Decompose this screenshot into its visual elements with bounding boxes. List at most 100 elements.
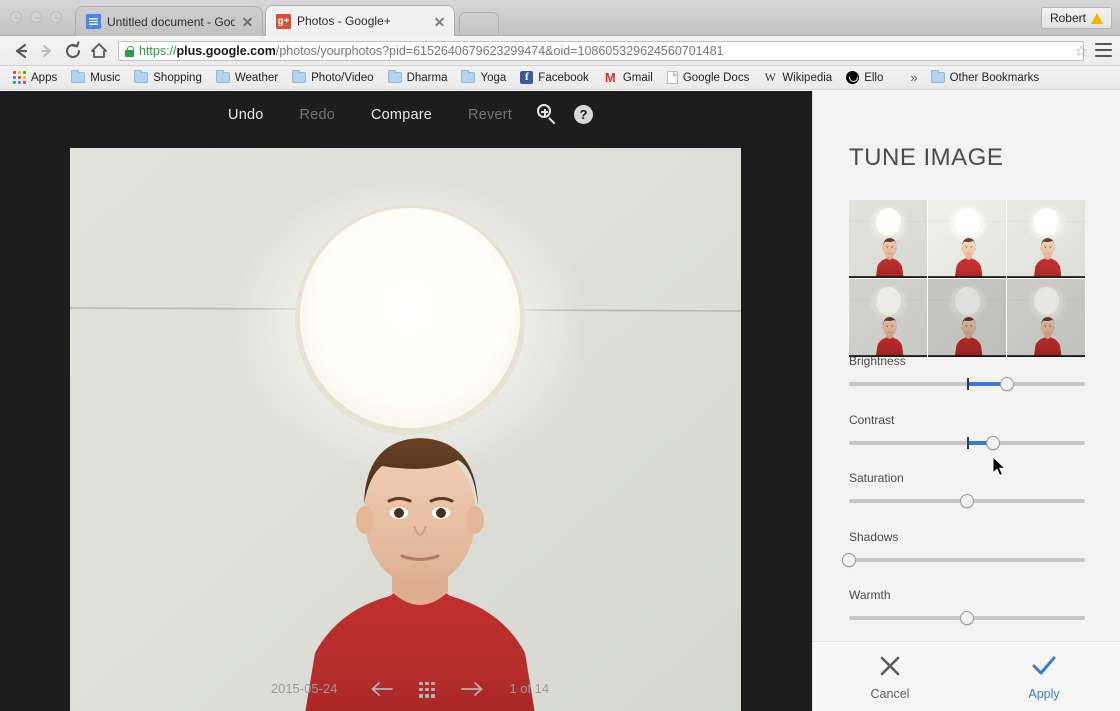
preset-thumbnail-image (928, 279, 1006, 357)
maximize-window-button[interactable] (50, 11, 62, 23)
close-window-button[interactable] (10, 11, 22, 23)
compare-button[interactable]: Compare (353, 107, 450, 123)
grid-view-icon[interactable] (405, 676, 449, 702)
slider-warmth[interactable]: Warmth (849, 588, 1085, 625)
ello-icon (846, 71, 859, 84)
slider-saturation[interactable]: Saturation (849, 471, 1085, 508)
bookmark-label: Gmail (623, 72, 653, 84)
bookmark-google-docs[interactable]: Google Docs (660, 68, 756, 88)
preset-thumbnail[interactable] (1007, 279, 1085, 357)
bookmark-shopping[interactable]: Shopping (127, 68, 209, 88)
preset-thumbnail[interactable] (849, 279, 927, 357)
tab-photos-google-plus[interactable]: g+ Photos - Google+ (265, 5, 455, 36)
tab-untitled-document[interactable]: Untitled document - Goog (75, 6, 263, 36)
help-question-icon[interactable]: ? (566, 100, 602, 130)
close-icon[interactable] (433, 15, 446, 28)
bookmark-yoga[interactable]: Yoga (454, 68, 513, 88)
preset-thumbnail[interactable] (928, 200, 1006, 278)
photo-pane: Undo Redo Compare Revert ? (0, 91, 812, 711)
gmail-icon: M (603, 71, 618, 84)
secure-lock-icon (125, 46, 134, 57)
magnifier-plus-icon[interactable] (530, 100, 566, 130)
slider-handle[interactable] (842, 553, 856, 567)
chrome-menu-icon[interactable] (1095, 43, 1112, 57)
photo-navigation-bar: 2015-05-24 1 of 14 (0, 666, 812, 711)
google-docs-icon (86, 14, 101, 29)
bookmark-gmail[interactable]: M Gmail (596, 68, 660, 88)
slider-shadows[interactable]: Shadows (849, 530, 1085, 567)
bookmark-apps[interactable]: Apps (6, 68, 64, 88)
slider-track[interactable] (849, 611, 1085, 625)
undo-button[interactable]: Undo (210, 107, 281, 123)
arrow-right-icon[interactable] (449, 676, 495, 702)
preset-thumbnail[interactable] (928, 279, 1006, 357)
bookmark-label: Shopping (153, 72, 202, 84)
bookmark-photo-video[interactable]: Photo/Video (285, 68, 380, 88)
bookmark-other-bookmarks[interactable]: Other Bookmarks (924, 68, 1046, 88)
apps-grid-icon (13, 71, 26, 84)
preset-thumbnail-image (849, 200, 927, 278)
url-scheme: https:// (139, 44, 177, 58)
address-bar[interactable]: https://plus.google.com/photos/yourphoto… (118, 41, 1084, 61)
bookmark-label: Weather (235, 72, 278, 84)
folder-icon (931, 72, 945, 83)
slider-track-background (849, 558, 1085, 562)
bookmark-label: Apps (31, 72, 57, 84)
bookmark-dharma[interactable]: Dharma (381, 68, 455, 88)
bookmark-wikipedia[interactable]: W Wikipedia (756, 68, 839, 88)
slider-handle[interactable] (960, 494, 974, 508)
slider-label: Saturation (849, 471, 1085, 485)
edit-toolbar: Undo Redo Compare Revert ? (0, 91, 812, 139)
bookmark-label: Dharma (407, 72, 448, 84)
revert-button[interactable]: Revert (450, 107, 530, 123)
cancel-button[interactable]: Cancel (813, 642, 967, 711)
slider-label: Warmth (849, 588, 1085, 602)
slider-track[interactable] (849, 436, 1085, 450)
back-arrow-icon[interactable] (8, 38, 34, 64)
bookmark-weather[interactable]: Weather (209, 68, 285, 88)
apply-button[interactable]: Apply (967, 642, 1120, 711)
new-tab-button[interactable] (459, 12, 499, 34)
preset-thumbnail-image (849, 279, 927, 357)
bookmark-label: Yoga (480, 72, 506, 84)
photo-counter: 1 of 14 (495, 681, 563, 696)
arrow-left-icon[interactable] (359, 676, 405, 702)
reload-icon[interactable] (60, 38, 86, 64)
bookmark-ello[interactable]: Ello (839, 68, 890, 88)
folder-icon (71, 72, 85, 83)
tune-image-panel: TUNE IMAGE (812, 91, 1120, 711)
slider-track[interactable] (849, 494, 1085, 508)
photo-canvas[interactable] (70, 148, 741, 711)
profile-chip[interactable]: Robert (1041, 7, 1112, 29)
preset-thumbnail-image (928, 200, 1006, 278)
slider-brightness[interactable]: Brightness (849, 354, 1085, 391)
bookmarks-overflow-icon[interactable]: » (904, 70, 923, 85)
bookmark-music[interactable]: Music (64, 68, 127, 88)
panel-actions: Cancel Apply (813, 641, 1120, 711)
warning-triangle-icon (1091, 13, 1103, 24)
preset-thumbnail[interactable] (849, 200, 927, 278)
window-controls[interactable] (10, 11, 62, 23)
forward-arrow-icon[interactable] (34, 38, 60, 64)
home-icon[interactable] (86, 38, 112, 64)
panel-title: TUNE IMAGE (849, 144, 1003, 172)
bookmark-star-icon[interactable]: ☆ (1075, 42, 1088, 60)
url-path: /photos/yourphotos?pid=61526406796232994… (276, 44, 724, 58)
close-icon[interactable] (241, 15, 254, 28)
checkmark-icon (1030, 653, 1058, 682)
folder-icon (134, 72, 148, 83)
folder-icon (292, 72, 306, 83)
slider-handle[interactable] (1000, 377, 1014, 391)
facebook-icon: f (520, 71, 533, 84)
folder-icon (461, 72, 475, 83)
redo-button[interactable]: Redo (282, 107, 353, 123)
bookmark-facebook[interactable]: f Facebook (513, 68, 596, 88)
preset-thumbnail[interactable] (1007, 200, 1085, 278)
slider-track[interactable] (849, 377, 1085, 391)
slider-handle[interactable] (986, 436, 1000, 450)
slider-handle[interactable] (960, 611, 974, 625)
slider-contrast[interactable]: Contrast (849, 413, 1085, 450)
preset-thumbnail-grid (849, 200, 1085, 357)
minimize-window-button[interactable] (30, 11, 42, 23)
slider-track[interactable] (849, 553, 1085, 567)
